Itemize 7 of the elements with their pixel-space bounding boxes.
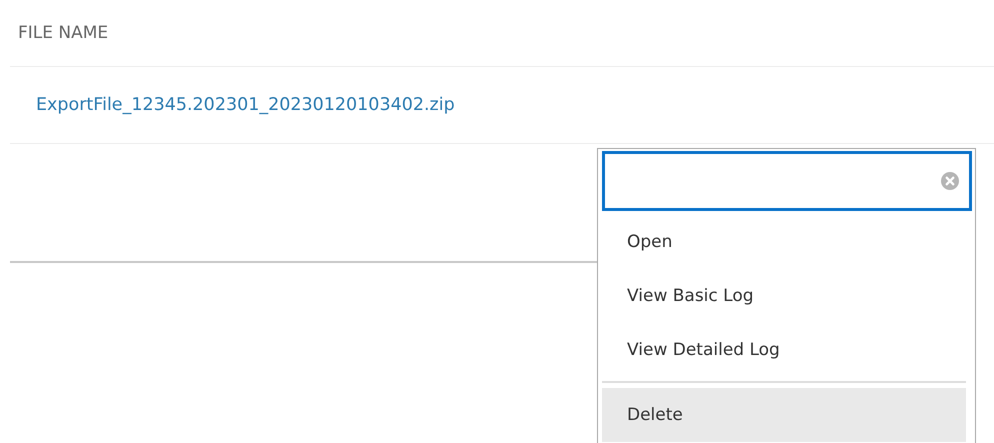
menu-item[interactable]: Open — [602, 215, 966, 269]
search-field[interactable] — [602, 151, 972, 211]
menu-item[interactable]: View Detailed Log — [602, 323, 966, 377]
file-link[interactable]: ExportFile_12345.202301_20230120103402.zip — [36, 95, 455, 115]
column-header: FILE NAME — [18, 23, 108, 43]
menu-item[interactable]: Delete — [602, 381, 966, 442]
menu-item[interactable]: View Basic Log — [602, 269, 966, 323]
